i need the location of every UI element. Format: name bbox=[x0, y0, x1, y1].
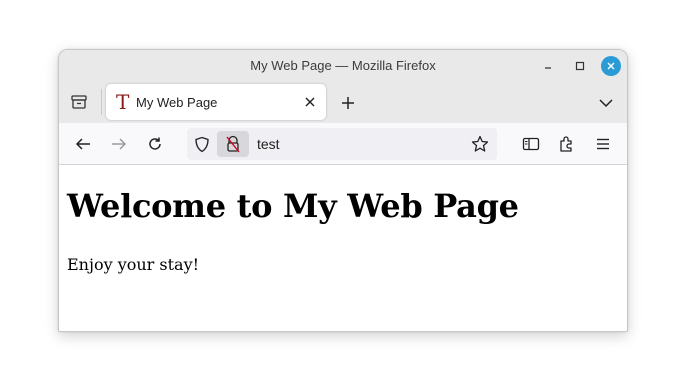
extensions-button[interactable] bbox=[555, 132, 579, 156]
close-icon bbox=[305, 97, 315, 107]
tracking-protection-button[interactable] bbox=[193, 135, 211, 153]
sidebar-icon bbox=[522, 137, 540, 151]
tab-label: My Web Page bbox=[136, 95, 218, 110]
app-menu-button[interactable] bbox=[591, 132, 615, 156]
url-input[interactable] bbox=[257, 134, 457, 154]
back-button[interactable] bbox=[71, 132, 95, 156]
hamburger-menu-icon bbox=[597, 138, 609, 150]
title-bar: My Web Page — Mozilla Firefox bbox=[59, 50, 627, 81]
favicon: T bbox=[116, 90, 130, 114]
bookmark-button[interactable] bbox=[471, 135, 489, 153]
close-window-button[interactable] bbox=[601, 56, 621, 76]
back-arrow-icon bbox=[75, 138, 90, 150]
sidebar-button[interactable] bbox=[519, 132, 543, 156]
page-paragraph: Enjoy your stay! bbox=[67, 255, 200, 274]
page-heading: Welcome to My Web Page bbox=[67, 187, 519, 225]
maximize-button[interactable] bbox=[570, 56, 590, 76]
permissions-button[interactable] bbox=[217, 131, 249, 157]
star-icon bbox=[471, 135, 489, 152]
maximize-icon bbox=[575, 61, 585, 71]
reload-icon bbox=[149, 137, 161, 150]
tab-my-web-page[interactable]: T My Web Page bbox=[106, 84, 326, 120]
firefox-view-button[interactable] bbox=[67, 91, 91, 113]
url-bar[interactable] bbox=[187, 128, 497, 160]
minimize-icon bbox=[545, 67, 551, 69]
browser-window: My Web Page — Mozilla Firefox T My Web P… bbox=[58, 49, 628, 332]
navigation-toolbar bbox=[59, 123, 627, 165]
reload-button[interactable] bbox=[143, 132, 167, 156]
firefox-view-icon bbox=[71, 95, 87, 109]
chevron-down-icon bbox=[599, 99, 613, 108]
list-all-tabs-button[interactable] bbox=[595, 92, 617, 114]
tab-close-button[interactable] bbox=[302, 94, 318, 110]
extensions-icon bbox=[560, 136, 572, 152]
forward-button[interactable] bbox=[107, 132, 131, 156]
tab-bar: T My Web Page bbox=[59, 81, 627, 123]
tab-divider bbox=[101, 89, 102, 115]
forward-arrow-icon bbox=[112, 138, 127, 150]
blocked-permission-icon bbox=[226, 135, 240, 153]
plus-icon bbox=[342, 97, 354, 109]
page-content: Welcome to My Web Page Enjoy your stay! bbox=[59, 165, 627, 330]
new-tab-button[interactable] bbox=[337, 92, 359, 114]
minimize-button[interactable] bbox=[538, 56, 558, 76]
shield-icon bbox=[195, 136, 209, 152]
close-icon bbox=[607, 62, 615, 70]
